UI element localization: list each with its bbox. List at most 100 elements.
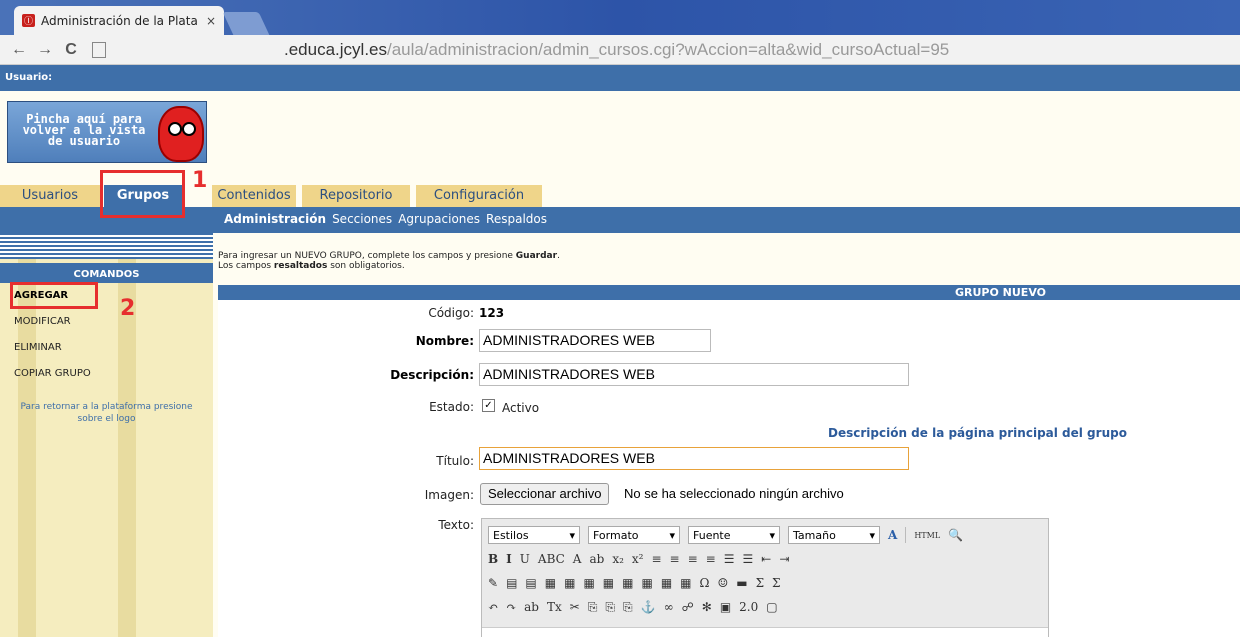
titulo-input[interactable]: ADMINISTRADORES WEB xyxy=(479,447,909,470)
toolbar-row4-button-icon[interactable]: Tx xyxy=(547,600,562,614)
new-tab-button[interactable] xyxy=(222,12,270,35)
size-combo[interactable]: Tamaño ▾ xyxy=(788,526,880,544)
sidebar-note: Para retornar a la plataforma presione s… xyxy=(20,402,193,424)
cmd-modificar[interactable]: MODIFICAR xyxy=(0,309,213,335)
toolbar-row4-button-icon[interactable]: ☍ xyxy=(682,600,694,614)
size-label: Tamaño xyxy=(793,528,836,542)
subnav-respaldos[interactable]: Respaldos xyxy=(486,212,547,226)
sub-nav-bar: Administración Secciones Agrupaciones Re… xyxy=(0,207,1240,233)
tab-contenidos[interactable]: Contenidos xyxy=(212,185,296,207)
chevron-down-icon: ▾ xyxy=(669,528,675,542)
toolbar-row2-button-icon[interactable]: U xyxy=(520,552,530,566)
toolbar-row3-button-icon[interactable]: ▦ xyxy=(603,576,614,590)
editor-content-area[interactable] xyxy=(482,627,1048,637)
forward-icon[interactable]: → xyxy=(32,41,58,59)
subnav-secciones[interactable]: Secciones xyxy=(332,212,392,226)
toolbar-row3-button-icon[interactable]: ▦ xyxy=(583,576,594,590)
toolbar-row3-button-icon[interactable]: ▬ xyxy=(736,576,747,590)
toolbar-row2-button-icon[interactable]: ≡ xyxy=(688,552,698,566)
editor-row-1: Estilos ▾ Formato ▾ Fuente ▾ Tamaño ▾ A HTML… xyxy=(488,523,1042,547)
toolbar-row3-button-icon[interactable]: ▦ xyxy=(545,576,556,590)
back-to-user-view-button[interactable]: Pincha aquí para volver a la vista de us… xyxy=(7,101,207,163)
subnav-agrupaciones[interactable]: Agrupaciones xyxy=(398,212,480,226)
toolbar-row4-button-icon[interactable]: 2.0 xyxy=(739,600,758,614)
toolbar-row3-button-icon[interactable]: ▦ xyxy=(661,576,672,590)
toolbar-row2-button-icon[interactable]: ☰ xyxy=(724,552,735,566)
cmd-copiar-grupo[interactable]: COPIAR GRUPO xyxy=(0,361,213,387)
toolbar-row2-button-icon[interactable]: ⇤ xyxy=(761,552,771,566)
reload-icon[interactable]: C xyxy=(58,41,84,59)
subnav-administracion[interactable]: Administración xyxy=(224,212,326,226)
toolbar-row4-button-icon[interactable]: ▣ xyxy=(720,600,731,614)
toolbar-row4-button-icon[interactable]: ⎘ xyxy=(623,600,633,615)
toolbar-row3-button-icon[interactable]: ☺ xyxy=(717,576,728,590)
preview-icon[interactable]: 🔍 xyxy=(948,528,963,542)
group-form: Código: 123 Nombre: ADMINISTRADORES WEB … xyxy=(218,300,1240,637)
styles-combo[interactable]: Estilos ▾ xyxy=(488,526,580,544)
toolbar-row4-button-icon[interactable]: ▢ xyxy=(766,600,777,614)
toolbar-row3-button-icon[interactable]: Σ xyxy=(756,576,764,590)
select-file-button[interactable]: Seleccionar archivo xyxy=(480,483,610,505)
toolbar-row3-button-icon[interactable]: ▦ xyxy=(564,576,575,590)
toolbar-row2-button-icon[interactable]: ABC xyxy=(538,552,565,566)
toolbar-row2-button-icon[interactable]: ab xyxy=(589,552,604,566)
annotation-label-1: 1 xyxy=(192,168,208,193)
editor-row-2: B I U ABC Aab x₂ x² ≡ ≡ ≡ ≡ ☰ ☰ ⇤ ⇥ xyxy=(488,547,1042,571)
toolbar-row4-button-icon[interactable]: ↷ xyxy=(506,600,516,614)
browser-tab[interactable]: Ⓘ Administración de la Plata × xyxy=(14,6,224,35)
toolbar-row3-button-icon[interactable]: ▤ xyxy=(506,576,517,590)
format-combo[interactable]: Formato ▾ xyxy=(588,526,680,544)
separator xyxy=(905,527,907,543)
toolbar-row4-button-icon[interactable]: ⎘ xyxy=(588,600,598,615)
tab-repositorio[interactable]: Repositorio xyxy=(302,185,410,207)
activo-label: Activo xyxy=(502,401,540,415)
texto-label: Texto: xyxy=(438,518,474,532)
toolbar-row4-button-icon[interactable]: ✻ xyxy=(702,600,712,614)
form-heading: GRUPO NUEVO xyxy=(218,285,1240,300)
browser-tab-strip: Ⓘ Administración de la Plata × xyxy=(0,0,1240,35)
toolbar-row3-button-icon[interactable]: ▤ xyxy=(525,576,536,590)
nombre-input[interactable]: ADMINISTRADORES WEB xyxy=(479,329,711,352)
toolbar-row3-button-icon[interactable]: ▦ xyxy=(641,576,652,590)
tab-configuracion[interactable]: Configuración xyxy=(416,185,542,207)
toolbar-row3-button-icon[interactable]: Σ xyxy=(772,576,780,590)
descripcion-input[interactable]: ADMINISTRADORES WEB xyxy=(479,363,909,386)
cmd-eliminar[interactable]: ELIMINAR xyxy=(0,335,213,361)
toolbar-row2-button-icon[interactable]: B xyxy=(488,552,498,566)
toolbar-row4-button-icon[interactable]: ⎘ xyxy=(605,600,615,615)
font-combo[interactable]: Fuente ▾ xyxy=(688,526,780,544)
activo-checkbox[interactable]: ✓ xyxy=(482,399,495,412)
toolbar-row4-button-icon[interactable]: ↶ xyxy=(488,600,498,614)
toolbar-row2-button-icon[interactable]: A xyxy=(573,552,582,566)
toolbar-row2-button-icon[interactable]: ≡ xyxy=(651,552,661,566)
close-icon[interactable]: × xyxy=(206,14,216,28)
sidebar-stripes xyxy=(0,233,213,259)
toolbar-row3-button-icon[interactable]: Ω xyxy=(700,576,710,590)
page-icon xyxy=(92,41,106,58)
imagen-label: Imagen: xyxy=(424,488,474,502)
toolbar-row4-button-icon[interactable]: ⚓ xyxy=(641,600,656,614)
toolbar-row4-button-icon[interactable]: ✂ xyxy=(570,600,580,614)
html-icon[interactable]: HTML xyxy=(914,531,940,540)
toolbar-row3-button-icon[interactable]: ▦ xyxy=(680,576,691,590)
toolbar-row2-button-icon[interactable]: ≡ xyxy=(670,552,680,566)
toolbar-row2-button-icon[interactable]: ⇥ xyxy=(779,552,789,566)
intro-line2: Los campos xyxy=(218,261,274,271)
back-icon[interactable]: ← xyxy=(6,41,32,59)
main-tabs: Usuarios Grupos Contenidos Repositorio C… xyxy=(0,185,1240,207)
toolbar-row2-button-icon[interactable]: x² xyxy=(632,552,644,566)
styles-icon[interactable]: A xyxy=(888,528,897,542)
toolbar-row3-button-icon[interactable]: ▦ xyxy=(622,576,633,590)
toolbar-row3-button-icon[interactable]: ✎ xyxy=(488,576,498,590)
intro-guardar: Guardar xyxy=(515,251,558,261)
url-field[interactable]: .educa.jcyl.es/aula/administracion/admin… xyxy=(284,40,949,60)
tab-usuarios[interactable]: Usuarios xyxy=(0,185,100,207)
toolbar-row4-button-icon[interactable]: ab xyxy=(524,600,539,614)
page-description-heading: Descripción de la página principal del g… xyxy=(828,426,1127,440)
toolbar-row2-button-icon[interactable]: I xyxy=(506,552,512,566)
toolbar-row4-button-icon[interactable]: ∞ xyxy=(664,600,674,614)
toolbar-row2-button-icon[interactable]: x₂ xyxy=(612,552,624,566)
styles-label: Estilos xyxy=(493,528,529,542)
toolbar-row2-button-icon[interactable]: ☰ xyxy=(742,552,753,566)
toolbar-row2-button-icon[interactable]: ≡ xyxy=(706,552,716,566)
